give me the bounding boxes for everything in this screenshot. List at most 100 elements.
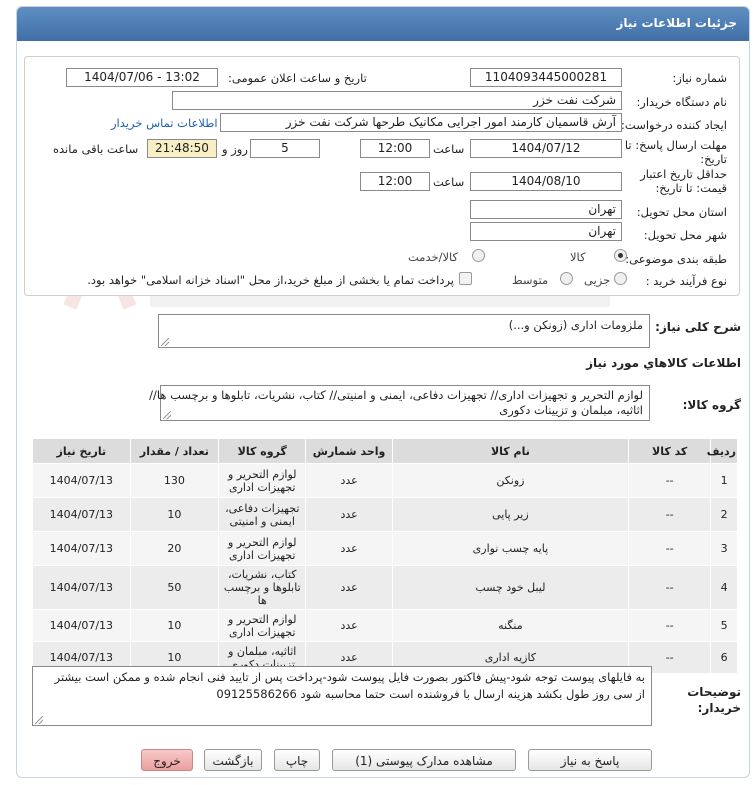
province-field: تهران	[470, 200, 622, 219]
cell-code: --	[628, 609, 712, 642]
need-number-label: شماره نیاز:	[672, 71, 727, 85]
cell-unit: عدد	[305, 565, 393, 610]
table-row: 3 -- پایه چسب نواری عدد لوازم التحریر و …	[32, 531, 738, 566]
col-header-need-date: تاریخ نیاز	[32, 438, 131, 464]
resize-grip-icon[interactable]	[35, 716, 43, 724]
table-header-row: ردیف کد کالا نام کالا واحد شمارش گروه کا…	[32, 438, 738, 464]
need-number-field: 1104093445000281	[470, 68, 622, 87]
deadline-time-label: ساعت	[433, 142, 465, 156]
deadline-label-line2: تاریخ:	[700, 152, 727, 166]
cell-need-date: 1404/07/13	[32, 565, 131, 610]
resize-grip-icon[interactable]	[161, 338, 169, 346]
creator-field: آرش قاسمیان کارمند امور اجرایی مکانیک طر…	[220, 113, 622, 132]
cell-row-no: 5	[710, 609, 738, 642]
goods-group-line-2: اثاثیه، مبلمان و تزیینات دکوری	[499, 403, 643, 417]
process-medium-label: متوسط	[512, 273, 549, 287]
cell-unit: عدد	[305, 497, 393, 532]
cell-code: --	[628, 531, 712, 566]
summary-textarea: ملزومات اداری (زونکن و...)	[158, 314, 650, 348]
exit-button[interactable]: خروج	[141, 749, 193, 771]
cell-name: لیبل خود چسب	[391, 565, 630, 610]
col-header-code: کد کالا	[628, 438, 712, 464]
cell-row-no: 3	[710, 531, 738, 566]
cell-need-date: 1404/07/13	[32, 497, 131, 532]
cell-row-no: 2	[710, 497, 738, 532]
back-button[interactable]: بازگشت	[204, 749, 262, 771]
cell-group: کتاب، نشریات، تابلوها و برچسب ها	[218, 565, 307, 610]
attachments-button[interactable]: مشاهده مدارک پیوستی (1)	[332, 749, 516, 771]
reply-button[interactable]: پاسخ به نیاز	[528, 749, 652, 771]
deadline-date-field: 1404/07/12	[470, 139, 622, 158]
buyer-notes-label-line2: خریدار:	[697, 701, 741, 715]
cell-need-date: 1404/07/13	[32, 609, 131, 642]
resize-grip-icon[interactable]	[163, 411, 171, 419]
col-header-row-no: ردیف	[707, 438, 738, 464]
cell-unit: عدد	[305, 609, 393, 642]
city-label: شهر محل تحویل:	[643, 228, 727, 242]
process-medium-radio[interactable]	[560, 272, 573, 285]
province-label: استان محل تحویل:	[636, 205, 727, 219]
category-label: طبقه بندی موضوعی:	[625, 252, 727, 266]
process-minor-radio[interactable]	[614, 272, 627, 285]
cell-name: زیر پایی	[391, 497, 630, 532]
print-button[interactable]: چاپ	[274, 749, 320, 771]
cell-row-no: 1	[710, 463, 738, 498]
cell-name: زونکن	[391, 463, 630, 498]
time-remaining-label: ساعت باقی مانده	[53, 142, 139, 156]
cell-quantity: 130	[129, 463, 220, 498]
time-remaining-field: 21:48:50	[147, 139, 217, 158]
table-row: 5 -- منگنه عدد لوازم التحریر و تجهیزات ا…	[32, 609, 738, 642]
days-label: روز و	[222, 142, 248, 156]
announce-datetime-field: 1404/07/06 - 13:02	[66, 68, 218, 87]
announce-label: تاریخ و ساعت اعلان عمومی:	[228, 71, 367, 85]
deadline-label-line1: مهلت ارسال پاسخ: تا	[624, 138, 727, 152]
process-type-label: نوع فرآیند خرید :	[645, 274, 727, 288]
table-row: 1 -- زونکن عدد لوازم التحریر و تجهیزات ا…	[32, 463, 738, 498]
cell-group: لوازم التحریر و تجهیزات اداری	[218, 531, 307, 566]
col-header-quantity: تعداد / مقدار	[129, 438, 220, 464]
deadline-time-field: 12:00	[360, 139, 430, 158]
buyer-org-field: شرکت نفت خزر	[172, 91, 622, 110]
summary-label: شرح کلی نیاز:	[655, 320, 741, 334]
creator-label: ایجاد کننده درخواست:	[621, 118, 727, 132]
category-goods-radio[interactable]	[614, 249, 627, 262]
buyer-notes-line-1: به فایلهای پیوست توجه شود-پیش فاکتور بصو…	[54, 670, 645, 684]
buyer-contact-link[interactable]: اطلاعات تماس خریدار	[111, 116, 218, 130]
goods-group-line-1: لوازم التحریر و تجهیزات اداری// تجهیزات …	[149, 388, 643, 402]
buyer-notes-label-line1: توضیحات	[687, 685, 741, 699]
cell-need-date: 1404/07/13	[32, 531, 131, 566]
buyer-notes-textarea: به فایلهای پیوست توجه شود-پیش فاکتور بصو…	[32, 666, 652, 726]
category-goods-service-label: کالا/خدمت	[408, 250, 459, 264]
page-header: جزئیات اطلاعات نیاز	[17, 7, 749, 41]
page-title: جزئیات اطلاعات نیاز	[616, 16, 737, 30]
validity-label-line1: حداقل تاریخ اعتبار	[640, 167, 727, 181]
validity-date-field: 1404/08/10	[470, 172, 622, 191]
cell-unit: عدد	[305, 531, 393, 566]
validity-label-line2: قیمت: تا تاریخ:	[655, 181, 727, 195]
cell-row-no: 6	[710, 641, 738, 674]
category-goods-label: کالا	[570, 250, 586, 264]
cell-group: لوازم التحریر و تجهیزات اداری	[218, 463, 307, 498]
cell-group: تجهیزات دفاعی، ایمنی و امنیتی	[218, 497, 307, 532]
cell-quantity: 10	[129, 497, 220, 532]
cell-need-date: 1404/07/13	[32, 463, 131, 498]
process-minor-label: جزیی	[584, 273, 611, 287]
days-remaining-field: 5	[250, 139, 320, 158]
category-goods-service-radio[interactable]	[472, 249, 485, 262]
cell-name: پایه چسب نواری	[391, 531, 630, 566]
validity-time-field: 12:00	[360, 172, 430, 191]
cell-quantity: 10	[129, 609, 220, 642]
table-row: 2 -- زیر پایی عدد تجهیزات دفاعی، ایمنی و…	[32, 497, 738, 532]
treasury-payment-checkbox[interactable]	[459, 272, 472, 285]
cell-quantity: 20	[129, 531, 220, 566]
goods-table: ردیف کد کالا نام کالا واحد شمارش گروه کا…	[32, 438, 738, 674]
treasury-payment-note: پرداخت تمام یا بخشی از مبلغ خرید،از محل …	[87, 273, 454, 287]
validity-time-label: ساعت	[433, 175, 465, 189]
goods-group-label: گروه کالا:	[682, 398, 741, 412]
buyer-notes-line-2: از سی روز طول بکشد هزینه ارسال با فروشند…	[216, 687, 645, 701]
goods-info-title: اطلاعات کالاهاي مورد نياز	[586, 356, 741, 370]
table-row: 4 -- لیبل خود چسب عدد کتاب، نشریات، تابل…	[32, 565, 738, 610]
col-header-unit: واحد شمارش	[305, 438, 393, 464]
cell-code: --	[628, 565, 712, 610]
summary-text: ملزومات اداری (زونکن و...)	[508, 318, 643, 332]
